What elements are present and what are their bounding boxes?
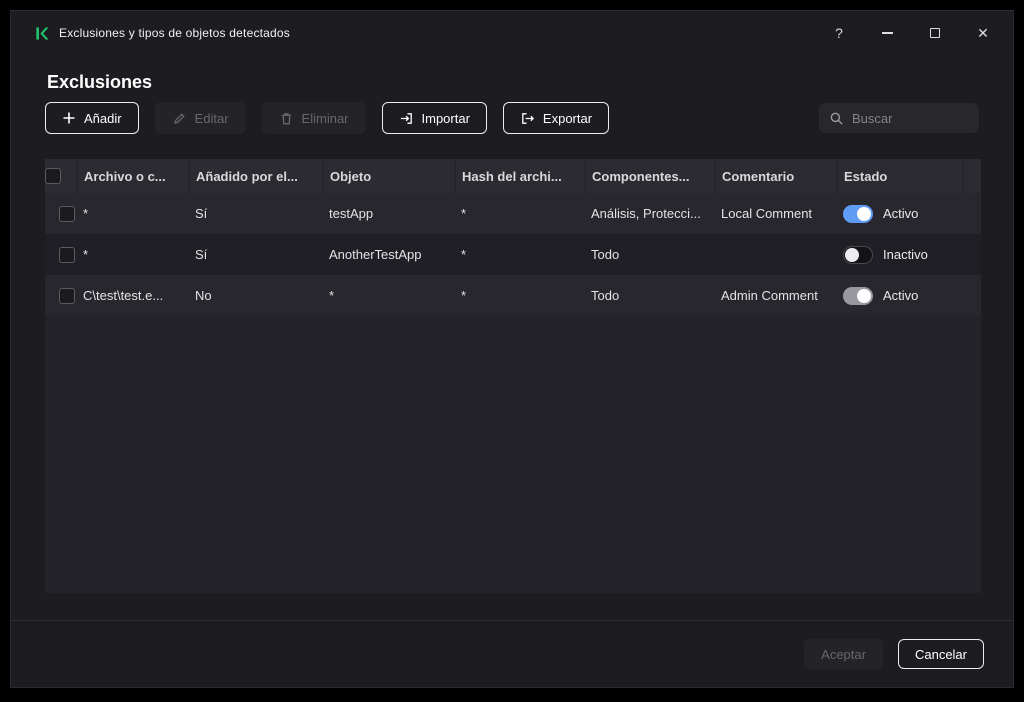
select-all-checkbox[interactable]	[45, 168, 61, 184]
delete-button-label: Eliminar	[301, 110, 349, 126]
cell-file: C\test\test.e...	[83, 288, 164, 303]
export-icon	[522, 112, 534, 124]
pencil-icon	[173, 112, 185, 124]
column-header-comment[interactable]: Comentario	[715, 159, 837, 193]
cell-file: *	[83, 206, 89, 221]
cell-status: Activo	[837, 204, 963, 223]
close-button[interactable]: ✕	[959, 11, 1007, 55]
toolbar: Añadir Editar Eliminar Importar Exportar	[45, 102, 979, 134]
row-checkbox[interactable]	[59, 287, 75, 304]
cell-hash: *	[461, 247, 467, 262]
page-title: Exclusiones	[47, 72, 153, 92]
toggle-knob	[845, 247, 859, 262]
column-header-hash[interactable]: Hash del archi...	[455, 159, 585, 193]
cell-object: *	[329, 288, 335, 303]
minimize-button[interactable]	[863, 11, 911, 55]
kaspersky-logo-icon	[33, 25, 49, 41]
status-toggle[interactable]	[843, 286, 873, 305]
import-button[interactable]: Importar	[381, 102, 487, 134]
column-header-components[interactable]: Componentes...	[585, 159, 715, 193]
export-button[interactable]: Exportar	[502, 102, 610, 134]
status-toggle[interactable]	[843, 245, 873, 264]
cell-comment: Admin Comment	[721, 288, 818, 303]
cell-object: testApp	[329, 206, 374, 221]
plus-icon	[63, 112, 75, 124]
column-header-object[interactable]: Objeto	[323, 159, 455, 193]
table-body: * Sí testApp * Análisis, Protecci... Loc…	[45, 193, 981, 593]
minimize-icon	[881, 32, 893, 34]
search-box	[819, 103, 979, 133]
status-label: Activo	[883, 206, 919, 221]
cell-file: *	[83, 247, 89, 262]
table-row[interactable]: * Sí AnotherTestApp * Todo Inactivo	[45, 234, 981, 275]
table-row[interactable]: C\test\test.e... No * * Todo Admin Comme…	[45, 275, 981, 316]
status-label: Inactivo	[883, 247, 928, 262]
cell-hash: *	[461, 288, 467, 303]
maximize-button[interactable]	[911, 11, 959, 55]
cell-status: Activo	[837, 286, 963, 305]
column-header-file[interactable]: Archivo o c...	[77, 159, 189, 193]
status-label: Activo	[883, 288, 919, 303]
edit-button[interactable]: Editar	[154, 102, 246, 134]
column-header-spacer	[963, 159, 981, 193]
cell-object: AnotherTestApp	[329, 247, 422, 262]
cell-added-by: Sí	[195, 247, 208, 262]
table-header: Archivo o c... Añadido por el... Objeto …	[45, 159, 981, 193]
add-button[interactable]: Añadir	[45, 102, 139, 134]
edit-button-label: Editar	[194, 110, 229, 126]
cell-added-by: No	[195, 288, 212, 303]
export-button-label: Exportar	[542, 110, 593, 126]
footer: Aceptar Cancelar	[11, 620, 1013, 687]
help-button[interactable]: ?	[815, 11, 863, 55]
cell-comment: Local Comment	[721, 206, 813, 221]
cancel-button[interactable]: Cancelar	[897, 639, 984, 669]
toggle-knob	[857, 288, 871, 303]
exclusions-table: Archivo o c... Añadido por el... Objeto …	[45, 159, 981, 593]
add-button-label: Añadir	[84, 110, 122, 126]
delete-button[interactable]: Eliminar	[261, 102, 366, 134]
window-title: Exclusiones y tipos de objetos detectado…	[59, 26, 291, 40]
search-input[interactable]	[852, 110, 969, 126]
cell-components: Análisis, Protecci...	[591, 206, 701, 221]
cell-components: Todo	[591, 247, 620, 262]
accept-button[interactable]: Aceptar	[804, 639, 883, 669]
cell-hash: *	[461, 206, 467, 221]
cell-components: Todo	[591, 288, 620, 303]
table-row[interactable]: * Sí testApp * Análisis, Protecci... Loc…	[45, 193, 981, 234]
row-checkbox[interactable]	[59, 205, 75, 222]
window-titlebar: Exclusiones y tipos de objetos detectado…	[11, 11, 1013, 55]
row-checkbox[interactable]	[59, 246, 75, 263]
trash-icon	[281, 112, 291, 124]
cell-status: Inactivo	[837, 245, 963, 264]
cell-added-by: Sí	[195, 206, 208, 221]
toggle-knob	[857, 206, 871, 221]
search-icon	[830, 112, 843, 125]
maximize-icon	[930, 28, 940, 38]
window-controls: ? ✕	[815, 11, 1007, 55]
import-button-label: Importar	[421, 110, 470, 126]
status-toggle[interactable]	[843, 204, 873, 223]
app-window: Exclusiones y tipos de objetos detectado…	[10, 10, 1014, 688]
column-header-status[interactable]: Estado	[837, 159, 963, 193]
import-icon	[400, 112, 412, 124]
column-header-added-by[interactable]: Añadido por el...	[189, 159, 323, 193]
